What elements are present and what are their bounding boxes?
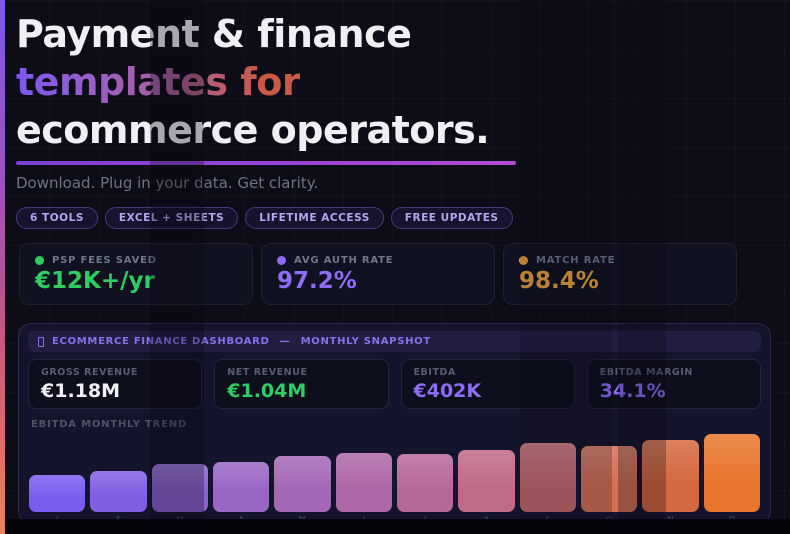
metric-label: EBITDA MARGIN [600, 367, 748, 378]
metric-label: NET REVENUE [227, 367, 375, 378]
bar-8-A [458, 450, 514, 512]
hero-title-line1: Payment & finance [16, 12, 411, 56]
green-dot-icon [35, 256, 44, 265]
chart-title: EBITDA MONTHLY TREND [28, 419, 761, 430]
hero-title: Payment & finance templates for ecommerc… [16, 10, 773, 154]
bar-chart [28, 434, 761, 512]
dashboard-icon [38, 337, 44, 347]
dashboard-title: ECOMMERCE FINANCE DASHBOARD [52, 336, 270, 347]
dashboard-separator: — [280, 336, 291, 347]
title-underline [16, 161, 516, 165]
stat-card-psp-fees: PSP FEES SAVED €12K+/yr [19, 243, 253, 305]
stats-row: PSP FEES SAVED €12K+/yr AVG AUTH RATE 97… [19, 243, 773, 305]
bottom-edge-strip [0, 519, 790, 534]
metric-card-ebitda: EBITDA €402K [401, 359, 575, 409]
page-background: Payment & finance templates for ecommerc… [0, 0, 790, 534]
metric-value: €1.18M [41, 380, 189, 402]
stat-label: AVG AUTH RATE [294, 255, 393, 266]
stat-value: 97.2% [277, 268, 479, 294]
bar-10-O [581, 446, 637, 512]
stat-value: 98.4% [519, 268, 721, 294]
main-content: Payment & finance templates for ecommerc… [16, 10, 773, 524]
hero-subtitle: Download. Plug in your data. Get clarity… [16, 174, 773, 192]
dashboard-subtitle: MONTHLY SNAPSHOT [301, 336, 431, 347]
feature-badges: 6 TOOLS EXCEL + SHEETS LIFETIME ACCESS F… [16, 207, 773, 229]
bar-3-M [152, 464, 208, 512]
dashboard-header: ECOMMERCE FINANCE DASHBOARD — MONTHLY SN… [28, 331, 761, 352]
orange-dot-icon [519, 256, 528, 265]
purple-dot-icon [277, 256, 286, 265]
metric-card-net-revenue: NET REVENUE €1.04M [214, 359, 388, 409]
metric-label: EBITDA [414, 367, 562, 378]
stat-card-match-rate: MATCH RATE 98.4% [503, 243, 737, 305]
hero-title-line3: ecommerce operators. [16, 108, 489, 152]
badge-free-updates: FREE UPDATES [391, 207, 513, 229]
dashboard-header-text: ECOMMERCE FINANCE DASHBOARD — MONTHLY SN… [52, 336, 431, 347]
metric-label: GROSS REVENUE [41, 367, 189, 378]
bar-7-J [397, 454, 453, 512]
metric-value: €1.04M [227, 380, 375, 402]
bar-12-D [704, 434, 760, 512]
bar-2-F [90, 471, 146, 512]
metric-card-ebitda-margin: EBITDA MARGIN 34.1% [587, 359, 761, 409]
badge-tools: 6 TOOLS [16, 207, 98, 229]
metric-card-gross-revenue: GROSS REVENUE €1.18M [28, 359, 202, 409]
bar-1-J [29, 475, 85, 512]
hero-title-line2: templates for [16, 60, 300, 104]
metric-value: 34.1% [600, 380, 748, 402]
bar-5-M [274, 456, 330, 512]
left-accent-strip [0, 0, 5, 534]
bar-6-J [336, 453, 392, 512]
badge-excel-sheets: EXCEL + SHEETS [105, 207, 238, 229]
stat-card-auth-rate: AVG AUTH RATE 97.2% [261, 243, 495, 305]
metrics-row: GROSS REVENUE €1.18M NET REVENUE €1.04M … [28, 359, 761, 409]
stat-value: €12K+/yr [35, 268, 237, 294]
stat-label: MATCH RATE [536, 255, 615, 266]
badge-lifetime-access: LIFETIME ACCESS [245, 207, 384, 229]
metric-value: €402K [414, 380, 562, 402]
stat-label: PSP FEES SAVED [52, 255, 157, 266]
dashboard-panel: ECOMMERCE FINANCE DASHBOARD — MONTHLY SN… [18, 323, 771, 524]
bar-11-N [642, 440, 698, 512]
bar-4-A [213, 462, 269, 512]
bar-9-S [520, 443, 576, 512]
